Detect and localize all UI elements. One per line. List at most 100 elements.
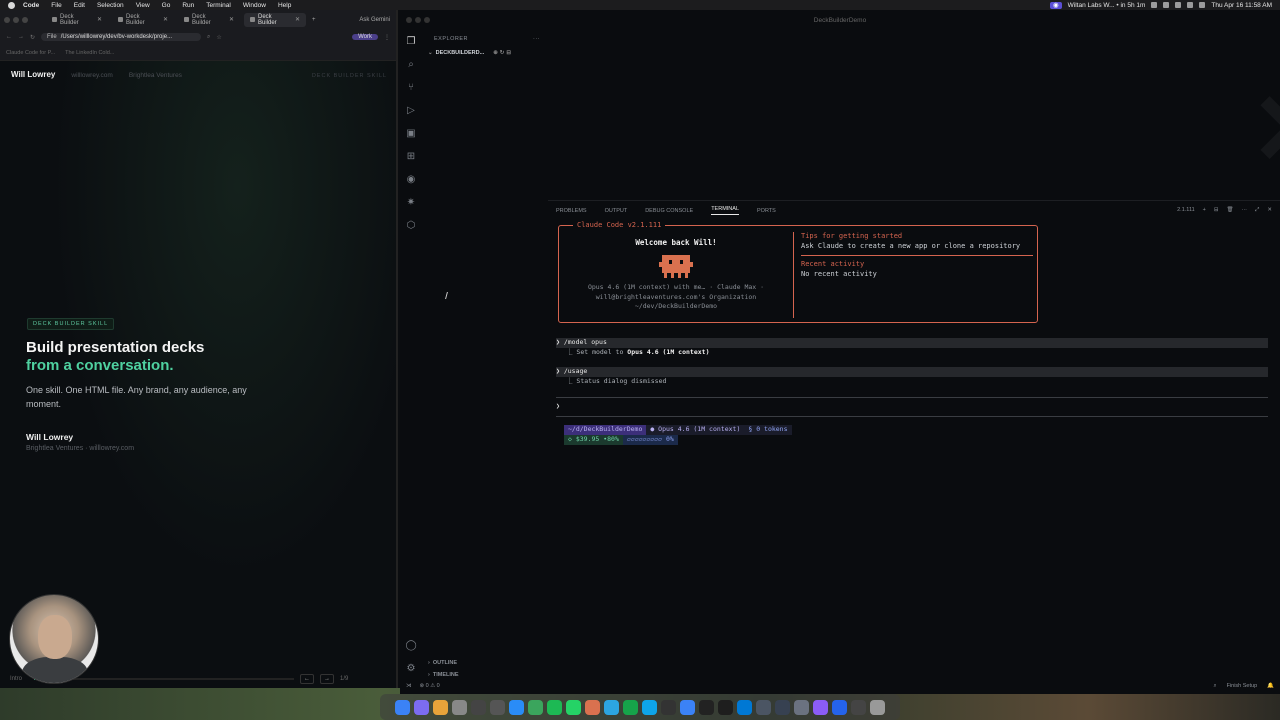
zoom-window-icon[interactable]: [22, 16, 28, 23]
tray-icon[interactable]: [1151, 2, 1158, 8]
close-tab-icon[interactable]: ✕: [229, 16, 234, 23]
menu-window[interactable]: Window: [243, 2, 266, 9]
menu-help[interactable]: Help: [278, 2, 291, 9]
menu-file[interactable]: File: [51, 2, 61, 9]
app-icon[interactable]: [775, 699, 790, 715]
terminal-app-icon[interactable]: [718, 699, 733, 715]
folder-actions-icon[interactable]: ⊕↻⊟: [493, 50, 513, 56]
close-panel-icon[interactable]: ✕: [1267, 207, 1272, 214]
menu-app-name[interactable]: Code: [23, 2, 39, 9]
extensions-icon[interactable]: ⊞: [406, 151, 417, 162]
tray-icon[interactable]: [1175, 2, 1182, 8]
clock[interactable]: Thu Apr 16 11:58 AM: [1211, 2, 1272, 9]
app-icon[interactable]: [528, 699, 543, 715]
trash-icon[interactable]: [870, 699, 885, 715]
launchpad-icon[interactable]: [414, 699, 429, 715]
menu-terminal[interactable]: Terminal: [206, 2, 231, 9]
settings-app-icon[interactable]: [452, 699, 467, 715]
trash-icon[interactable]: 🗑: [1227, 207, 1234, 214]
menu-kebab-icon[interactable]: ⋮: [384, 34, 390, 41]
browser-tab[interactable]: Deck Builder ✕: [178, 13, 240, 27]
account-icon[interactable]: ◯: [406, 640, 417, 651]
next-slide-button[interactable]: →: [320, 674, 335, 684]
app-icon[interactable]: [756, 699, 771, 715]
tab-problems[interactable]: PROBLEMS: [556, 208, 587, 214]
app-icon[interactable]: [813, 699, 828, 715]
close-tab-icon[interactable]: ✕: [163, 16, 168, 23]
ask-gemini-button[interactable]: Ask Gemini: [359, 17, 390, 23]
run-debug-icon[interactable]: ▷: [406, 105, 417, 116]
menu-view[interactable]: View: [136, 2, 150, 9]
github-icon[interactable]: ◉: [406, 174, 417, 185]
bookmark-item[interactable]: The LinkedIn Cold...: [65, 50, 114, 56]
tab-terminal[interactable]: TERMINAL: [711, 206, 739, 215]
new-tab-icon[interactable]: +: [312, 17, 316, 23]
claude-icon[interactable]: ✷: [406, 197, 417, 208]
tab-output[interactable]: OUTPUT: [605, 208, 628, 214]
zoom-icon[interactable]: ⌕: [207, 34, 210, 41]
split-terminal-icon[interactable]: ⊟: [1214, 207, 1219, 214]
explorer-files-icon[interactable]: ❐: [406, 36, 417, 47]
browser-tab-active[interactable]: Deck Builder ✕: [244, 12, 306, 27]
tab-ports[interactable]: PORTS: [757, 208, 776, 214]
spotify-icon[interactable]: [547, 699, 562, 715]
containers-icon[interactable]: ⬡: [406, 220, 417, 231]
chrome-icon[interactable]: [433, 699, 448, 715]
apple-icon[interactable]: [8, 1, 15, 9]
settings-gear-icon[interactable]: ⚙: [406, 663, 417, 674]
remote-icon[interactable]: ⋊: [406, 683, 412, 689]
app-icon[interactable]: [490, 699, 505, 715]
minimize-window-icon[interactable]: [13, 16, 19, 23]
zoom-window-icon[interactable]: [424, 17, 430, 23]
close-tab-icon[interactable]: ✕: [295, 16, 300, 23]
menu-go[interactable]: Go: [162, 2, 171, 9]
terminal-instance-label[interactable]: 2.1.111: [1177, 207, 1195, 214]
remote-explorer-icon[interactable]: ▣: [406, 128, 417, 139]
project-folder[interactable]: ⌄ DECKBUILDERD... ⊕↻⊟: [428, 48, 546, 58]
menu-run[interactable]: Run: [182, 2, 194, 9]
battery-icon[interactable]: [1199, 2, 1206, 8]
minimize-window-icon[interactable]: [415, 17, 421, 23]
whatsapp-icon[interactable]: [566, 699, 581, 715]
close-tab-icon[interactable]: ✕: [97, 16, 102, 23]
problems-count[interactable]: ⊗ 0 ⚠ 0: [420, 683, 440, 689]
app-icon[interactable]: [851, 699, 866, 715]
app-icon[interactable]: [509, 699, 524, 715]
app-icon[interactable]: [680, 699, 695, 715]
tab-debug-console[interactable]: DEBUG CONSOLE: [645, 208, 693, 214]
tray-icon[interactable]: [1163, 2, 1170, 8]
outline-section[interactable]: › OUTLINE: [428, 660, 457, 666]
more-actions-icon[interactable]: ···: [533, 36, 540, 42]
more-actions-icon[interactable]: ···: [1241, 207, 1247, 214]
url-input[interactable]: File /Users/willlowrey/dev/bv-workdesk/p…: [41, 33, 202, 41]
app-icon[interactable]: [642, 699, 657, 715]
bookmark-star-icon[interactable]: ☆: [216, 34, 221, 41]
prompt-input[interactable]: ❯: [556, 396, 1268, 417]
calendar-status[interactable]: Wiltan Labs W... • in 5h 1m: [1068, 2, 1146, 9]
app-icon[interactable]: [623, 699, 638, 715]
finder-icon[interactable]: [395, 699, 410, 715]
status-chip[interactable]: ◉: [1049, 1, 1062, 9]
app-icon[interactable]: [832, 699, 847, 715]
claude-app-icon[interactable]: [585, 699, 600, 715]
browser-tab[interactable]: Deck Builder ✕: [112, 13, 174, 27]
prev-slide-button[interactable]: ←: [300, 674, 315, 684]
bookmark-item[interactable]: Claude Code for P...: [6, 50, 55, 56]
browser-tab[interactable]: Deck Builder ✕: [46, 13, 108, 27]
app-icon[interactable]: [471, 699, 486, 715]
wifi-icon[interactable]: [1187, 2, 1194, 8]
close-window-icon[interactable]: [4, 16, 10, 23]
menu-edit[interactable]: Edit: [74, 2, 85, 9]
app-icon[interactable]: [661, 699, 676, 715]
reload-icon[interactable]: ↻: [30, 34, 35, 41]
new-terminal-icon[interactable]: +: [1203, 207, 1206, 214]
profile-button[interactable]: Work: [352, 34, 378, 40]
terminal-output[interactable]: ❯ /model opus ⎿ Set model to Opus 4.6 (1…: [556, 338, 1268, 417]
app-icon[interactable]: [699, 699, 714, 715]
forward-icon[interactable]: →: [18, 34, 24, 40]
back-icon[interactable]: ←: [6, 34, 12, 40]
telegram-icon[interactable]: [604, 699, 619, 715]
close-window-icon[interactable]: [406, 17, 412, 23]
search-icon[interactable]: ⌕: [406, 59, 417, 70]
vscode-app-icon[interactable]: [737, 699, 752, 715]
